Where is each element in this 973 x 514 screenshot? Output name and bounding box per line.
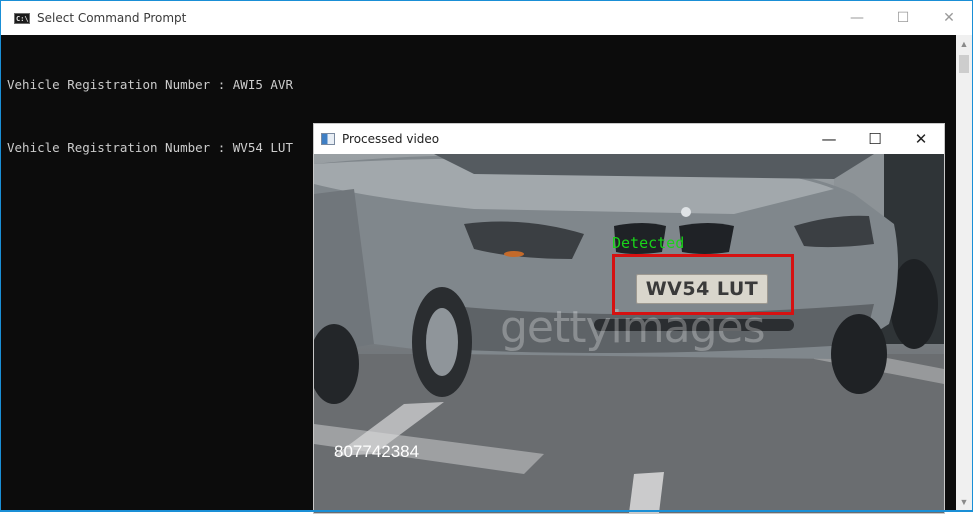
console-line-text: Vehicle Registration Number : WV54 LUT	[7, 140, 293, 155]
console-icon: C:\	[14, 12, 30, 24]
maximize-button[interactable]: ☐	[852, 124, 898, 154]
console-line: Vehicle Registration Number : AWI5 AVR	[7, 75, 952, 94]
scroll-down-icon[interactable]: ▼	[956, 493, 972, 511]
minimize-button[interactable]: —	[806, 124, 852, 154]
video-window-controls: — ☐ ✕	[806, 124, 944, 154]
close-button[interactable]: ✕	[926, 1, 972, 35]
video-window-icon	[321, 133, 335, 145]
detection-box	[612, 254, 794, 315]
video-frame: WV54 LUT gettyimages Detected 807742384	[314, 154, 944, 513]
video-window-title: Processed video	[342, 132, 440, 146]
cmd-titlebar[interactable]: C:\ Select Command Prompt — ☐ ✕	[1, 1, 972, 35]
maximize-button[interactable]: ☐	[880, 1, 926, 35]
scroll-up-icon[interactable]: ▲	[956, 35, 972, 53]
minimize-button[interactable]: —	[834, 1, 880, 35]
detection-label: Detected	[612, 234, 685, 252]
console-line-text: Vehicle Registration Number : AWI5 AVR	[7, 77, 293, 92]
vertical-scrollbar[interactable]: ▲ ▼	[956, 35, 972, 511]
processed-video-window: Processed video — ☐ ✕ WV54 LUT gettyimag…	[313, 123, 945, 514]
close-button[interactable]: ✕	[898, 124, 944, 154]
frame-counter: 807742384	[334, 442, 420, 461]
cmd-window-title: Select Command Prompt	[37, 11, 187, 25]
cmd-window-controls: — ☐ ✕	[834, 1, 972, 35]
video-titlebar[interactable]: Processed video — ☐ ✕	[314, 124, 944, 154]
scrollbar-thumb[interactable]	[959, 55, 969, 73]
